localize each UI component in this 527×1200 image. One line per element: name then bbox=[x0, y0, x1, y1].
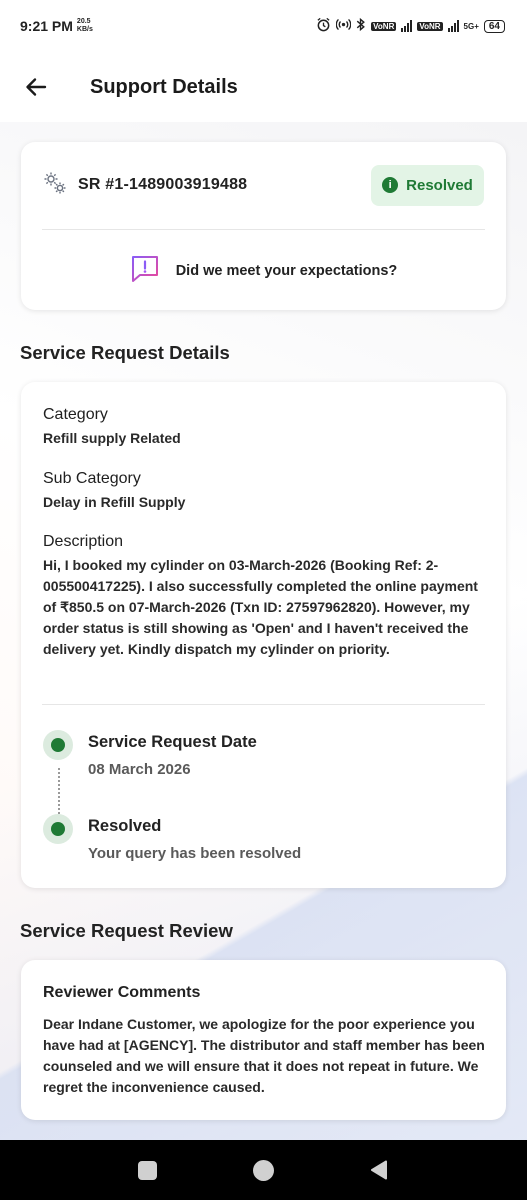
arrow-left-icon bbox=[26, 78, 47, 96]
timeline-subtitle-1: 08 March 2026 bbox=[88, 761, 191, 778]
net-speed: 20.5 KB/s bbox=[77, 18, 93, 34]
net-speed-value: 20.5 bbox=[76, 18, 91, 25]
status-icons: VoNR VoNR 5G+ 64 bbox=[316, 17, 505, 35]
alarm-icon bbox=[316, 17, 331, 35]
reviewer-comments-text: Dear Indane Customer, we apologize for t… bbox=[43, 1016, 485, 1095]
back-button[interactable] bbox=[16, 67, 56, 107]
reviewer-comments-label: Reviewer Comments bbox=[43, 984, 201, 1001]
sr-row: SR #1-1489003919488 i Resolved bbox=[42, 164, 484, 206]
details-card: Category Refill supply Related Sub Categ… bbox=[21, 382, 506, 888]
sr-card: SR #1-1489003919488 i Resolved Did we me… bbox=[21, 142, 506, 310]
home-button[interactable] bbox=[251, 1158, 275, 1182]
timeline-dot-2 bbox=[43, 814, 73, 844]
status-bar: 9:21 PM 20.5 KB/s VoNR VoNR 5G+ 64 bbox=[0, 0, 527, 52]
subcategory-value: Delay in Refill Supply bbox=[43, 494, 186, 510]
review-section-title: Service Request Review bbox=[20, 920, 233, 941]
description-value: Hi, I booked my cylinder on 03-March-202… bbox=[43, 557, 478, 657]
sr-divider bbox=[42, 229, 485, 230]
details-divider bbox=[42, 704, 485, 705]
signal-icon-1 bbox=[401, 20, 413, 32]
volte-badge-1: VoNR bbox=[371, 21, 397, 31]
info-icon: i bbox=[382, 177, 399, 193]
triangle-back-icon bbox=[371, 1160, 388, 1180]
circle-icon bbox=[252, 1159, 274, 1181]
subcategory-label: Sub Category bbox=[43, 470, 141, 487]
network-type: 5G+ bbox=[463, 21, 479, 31]
review-card: Reviewer Comments Dear Indane Customer, … bbox=[21, 960, 506, 1120]
feedback-prompt-text: Did we meet your expectations? bbox=[175, 263, 398, 279]
timeline-title-1: Service Request Date bbox=[88, 733, 257, 751]
timeline-title-2: Resolved bbox=[88, 817, 162, 835]
status-badge: i Resolved bbox=[371, 164, 484, 206]
message-alert-icon bbox=[130, 254, 160, 289]
app-header: Support Details bbox=[0, 52, 527, 122]
details-section-title: Service Request Details bbox=[20, 342, 230, 363]
hotspot-icon bbox=[335, 17, 352, 35]
volte-badge-2: VoNR bbox=[417, 21, 443, 31]
category-label: Category bbox=[43, 406, 108, 423]
recents-button[interactable] bbox=[136, 1158, 160, 1182]
description-label: Description bbox=[43, 533, 124, 550]
sr-number: SR #1-1489003919488 bbox=[78, 176, 248, 193]
timeline-subtitle-2: Your query has been resolved bbox=[88, 845, 302, 862]
net-speed-unit: KB/s bbox=[76, 26, 93, 33]
status-badge-label: Resolved bbox=[406, 176, 473, 194]
timeline-dot-1 bbox=[43, 730, 73, 760]
battery-icon: 64 bbox=[483, 19, 505, 33]
status-time: 9:21 PM bbox=[20, 18, 73, 34]
system-nav-bar bbox=[0, 1140, 527, 1200]
page-title: Support Details bbox=[90, 75, 238, 98]
signal-icon-2 bbox=[447, 20, 459, 32]
bluetooth-icon bbox=[356, 17, 366, 35]
category-value: Refill supply Related bbox=[43, 430, 181, 446]
feedback-prompt[interactable]: Did we meet your expectations? bbox=[21, 254, 506, 288]
square-icon bbox=[138, 1160, 158, 1180]
gears-icon bbox=[42, 170, 68, 201]
timeline-connector bbox=[58, 768, 60, 818]
system-back-button[interactable] bbox=[367, 1158, 391, 1182]
